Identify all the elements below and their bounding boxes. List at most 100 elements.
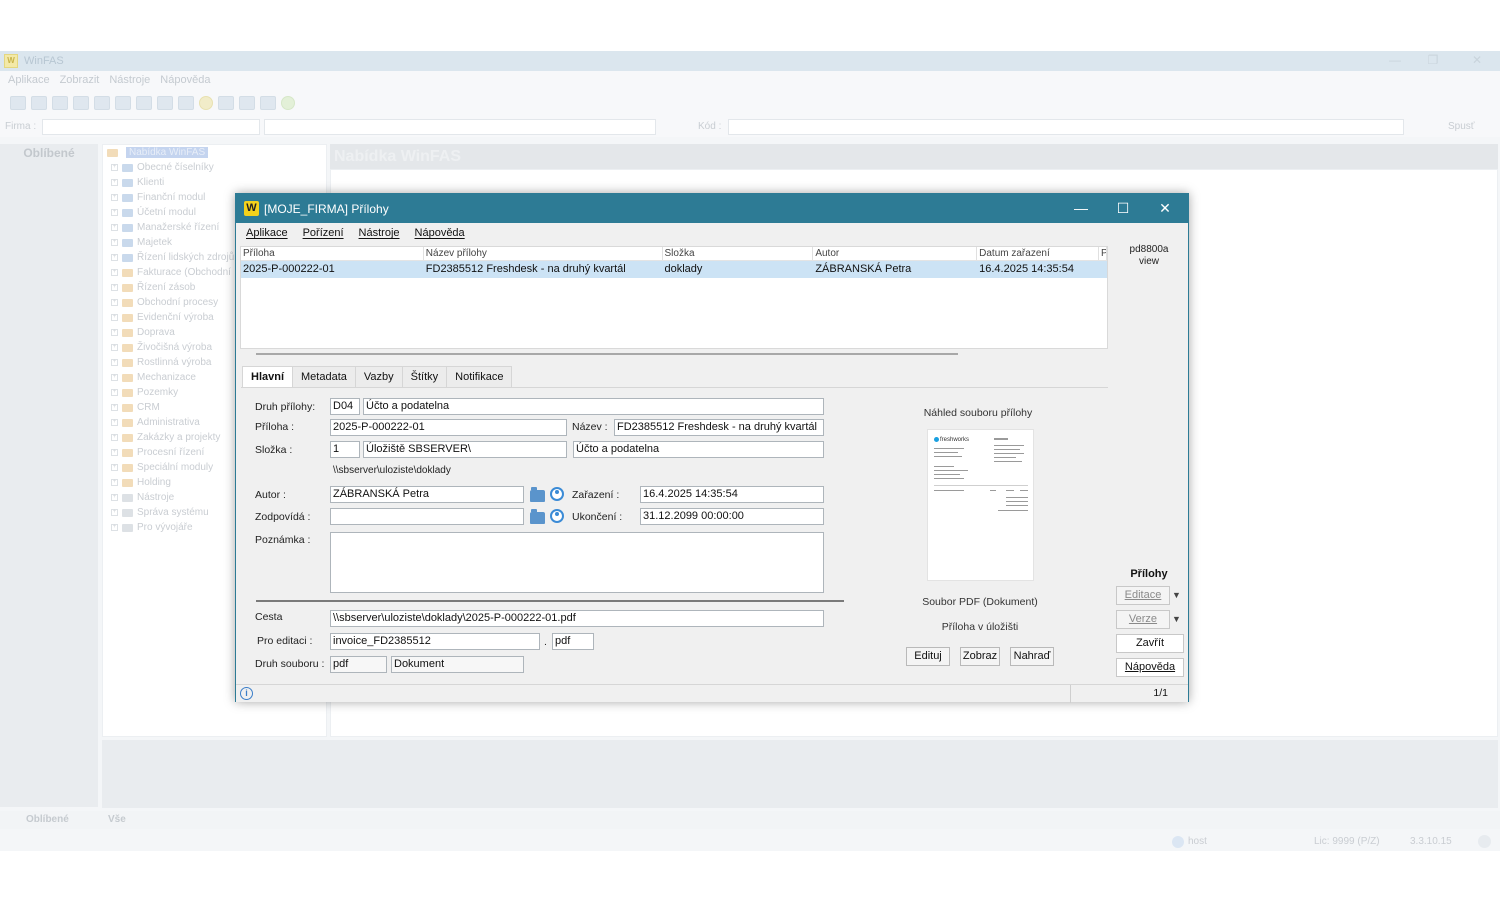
expand-icon[interactable]: + [111,269,118,276]
column-header-priloha[interactable]: Příloha [241,247,424,260]
tree-root-item[interactable]: Nabídka WinFAS [103,145,326,160]
info-icon[interactable]: i [240,687,253,700]
tab-vazby[interactable]: Vazby [354,366,403,387]
tab-metadata[interactable]: Metadata [292,366,356,387]
expand-icon[interactable]: + [111,209,118,216]
expand-icon[interactable]: + [111,284,118,291]
verze-dropdown-icon[interactable]: ▼ [1170,610,1183,629]
kod-input[interactable] [728,119,1404,135]
tab-hlavni[interactable]: Hlavní [242,366,294,388]
monitor-icon[interactable] [260,96,276,110]
firma-name-input[interactable] [264,119,656,135]
expand-icon[interactable]: + [111,329,118,336]
expand-icon[interactable]: + [111,254,118,261]
horizontal-scrollbar[interactable] [256,353,958,355]
expand-icon[interactable]: + [111,389,118,396]
expand-icon[interactable]: + [111,194,118,201]
close-icon[interactable]: ✕ [1144,194,1186,223]
tab-stitky[interactable]: Štítky [401,366,448,387]
expand-icon[interactable]: + [111,509,118,516]
tab-oblibene[interactable]: Oblíbené [26,814,69,825]
person-icon[interactable] [550,487,564,501]
expand-icon[interactable]: + [111,479,118,486]
help-icon[interactable] [281,96,295,110]
menu-napoveda[interactable]: Nápověda [160,74,210,86]
cesta-field[interactable]: \\sbserver\uloziste\doklady\2025-P-00022… [330,610,824,627]
expand-icon[interactable]: + [111,299,118,306]
show-file-button[interactable]: Zobraz [960,647,1000,666]
restore-icon[interactable]: ❐ [1418,53,1448,67]
grid-view-icon[interactable] [10,96,26,110]
druh-souboru-code-field[interactable]: pdf [330,656,387,673]
expand-icon[interactable]: + [111,434,118,441]
editace-dropdown-icon[interactable]: ▼ [1170,586,1183,605]
table-row[interactable]: 2025-P-000222-01 FD2385512 Freshdesk - n… [241,261,1107,278]
pro-editaci-field[interactable]: invoice_FD2385512 [330,633,540,650]
minimize-icon[interactable]: — [1060,194,1102,223]
edit-file-button[interactable]: Edituj [906,647,950,666]
expand-icon[interactable]: + [111,494,118,501]
pro-editaci-ext-field[interactable]: pdf [552,633,594,650]
slozka-code-field[interactable]: 1 [330,441,360,458]
person-icon[interactable] [550,509,564,523]
expand-icon[interactable]: + [111,359,118,366]
panel-view-icon[interactable] [52,96,68,110]
minus-icon[interactable] [218,96,234,110]
tree-item[interactable]: + Obecné číselníky [103,160,326,175]
druh-code-field[interactable]: D04 [330,398,360,415]
expand-icon[interactable]: + [111,239,118,246]
minimize-icon[interactable]: — [1380,53,1410,67]
slozka-extra-field[interactable]: Účto a podatelna [573,441,824,458]
priloha-field[interactable]: 2025-P-000222-01 [330,419,567,436]
reload-icon[interactable] [115,96,131,110]
expand-icon[interactable]: + [111,224,118,231]
column-header-p[interactable]: P [1099,247,1107,260]
folder-open-icon[interactable] [530,487,545,502]
file-preview-thumbnail[interactable]: freshworks [927,429,1034,581]
print-icon[interactable] [178,96,194,110]
expand-icon[interactable]: + [111,314,118,321]
close-button[interactable]: Zavřít [1116,634,1184,653]
expand-icon[interactable]: + [111,449,118,456]
tab-vse[interactable]: Vše [108,814,126,825]
settings-icon[interactable] [239,96,255,110]
slozka-name-field[interactable]: Úložiště SBSERVER\ [363,441,567,458]
zodpovida-field[interactable] [330,508,524,525]
replace-file-button[interactable]: Nahraď [1010,647,1054,666]
tree-icon[interactable] [157,96,173,110]
maximize-icon[interactable]: ☐ [1102,194,1144,223]
expand-icon[interactable]: + [111,344,118,351]
firma-input[interactable] [42,119,260,135]
menu-zobrazit[interactable]: Zobrazit [60,74,100,86]
menu-napoveda[interactable]: Nápověda [415,227,465,239]
expand-icon[interactable]: + [111,419,118,426]
column-header-nazev[interactable]: Název přílohy [424,247,663,260]
editace-button[interactable]: Editace [1116,586,1170,605]
back-icon[interactable] [73,96,89,110]
column-header-autor[interactable]: Autor [813,247,978,260]
expand-icon[interactable]: + [111,164,118,171]
refresh-icon[interactable] [94,96,110,110]
verze-button[interactable]: Verze [1116,610,1170,629]
autor-field[interactable]: ZÁBRANSKÁ Petra [330,486,524,503]
menu-nastroje[interactable]: Nástroje [109,74,150,86]
menu-porizeni[interactable]: Pořízení [303,227,344,239]
star-icon[interactable] [199,96,213,110]
expand-icon[interactable]: + [111,464,118,471]
list-view-icon[interactable] [31,96,47,110]
expand-icon[interactable]: + [111,374,118,381]
druh-name-field[interactable]: Účto a podatelna [363,398,824,415]
tab-notifikace[interactable]: Notifikace [446,366,513,387]
column-header-datum[interactable]: Datum zařazení [977,247,1099,260]
expand-icon[interactable]: + [111,524,118,531]
expand-icon[interactable]: + [111,404,118,411]
up-icon[interactable] [136,96,152,110]
ukonceni-field[interactable]: 31.12.2099 00:00:00 [640,508,824,525]
druh-souboru-name-field[interactable]: Dokument [391,656,524,673]
run-button[interactable]: Spusť [1448,121,1475,132]
menu-aplikace[interactable]: Aplikace [8,74,50,86]
poznamka-textarea[interactable] [330,532,824,593]
help-button[interactable]: Nápověda [1116,658,1184,677]
zarazeni-field[interactable]: 16.4.2025 14:35:54 [640,486,824,503]
folder-open-icon[interactable] [530,509,545,524]
